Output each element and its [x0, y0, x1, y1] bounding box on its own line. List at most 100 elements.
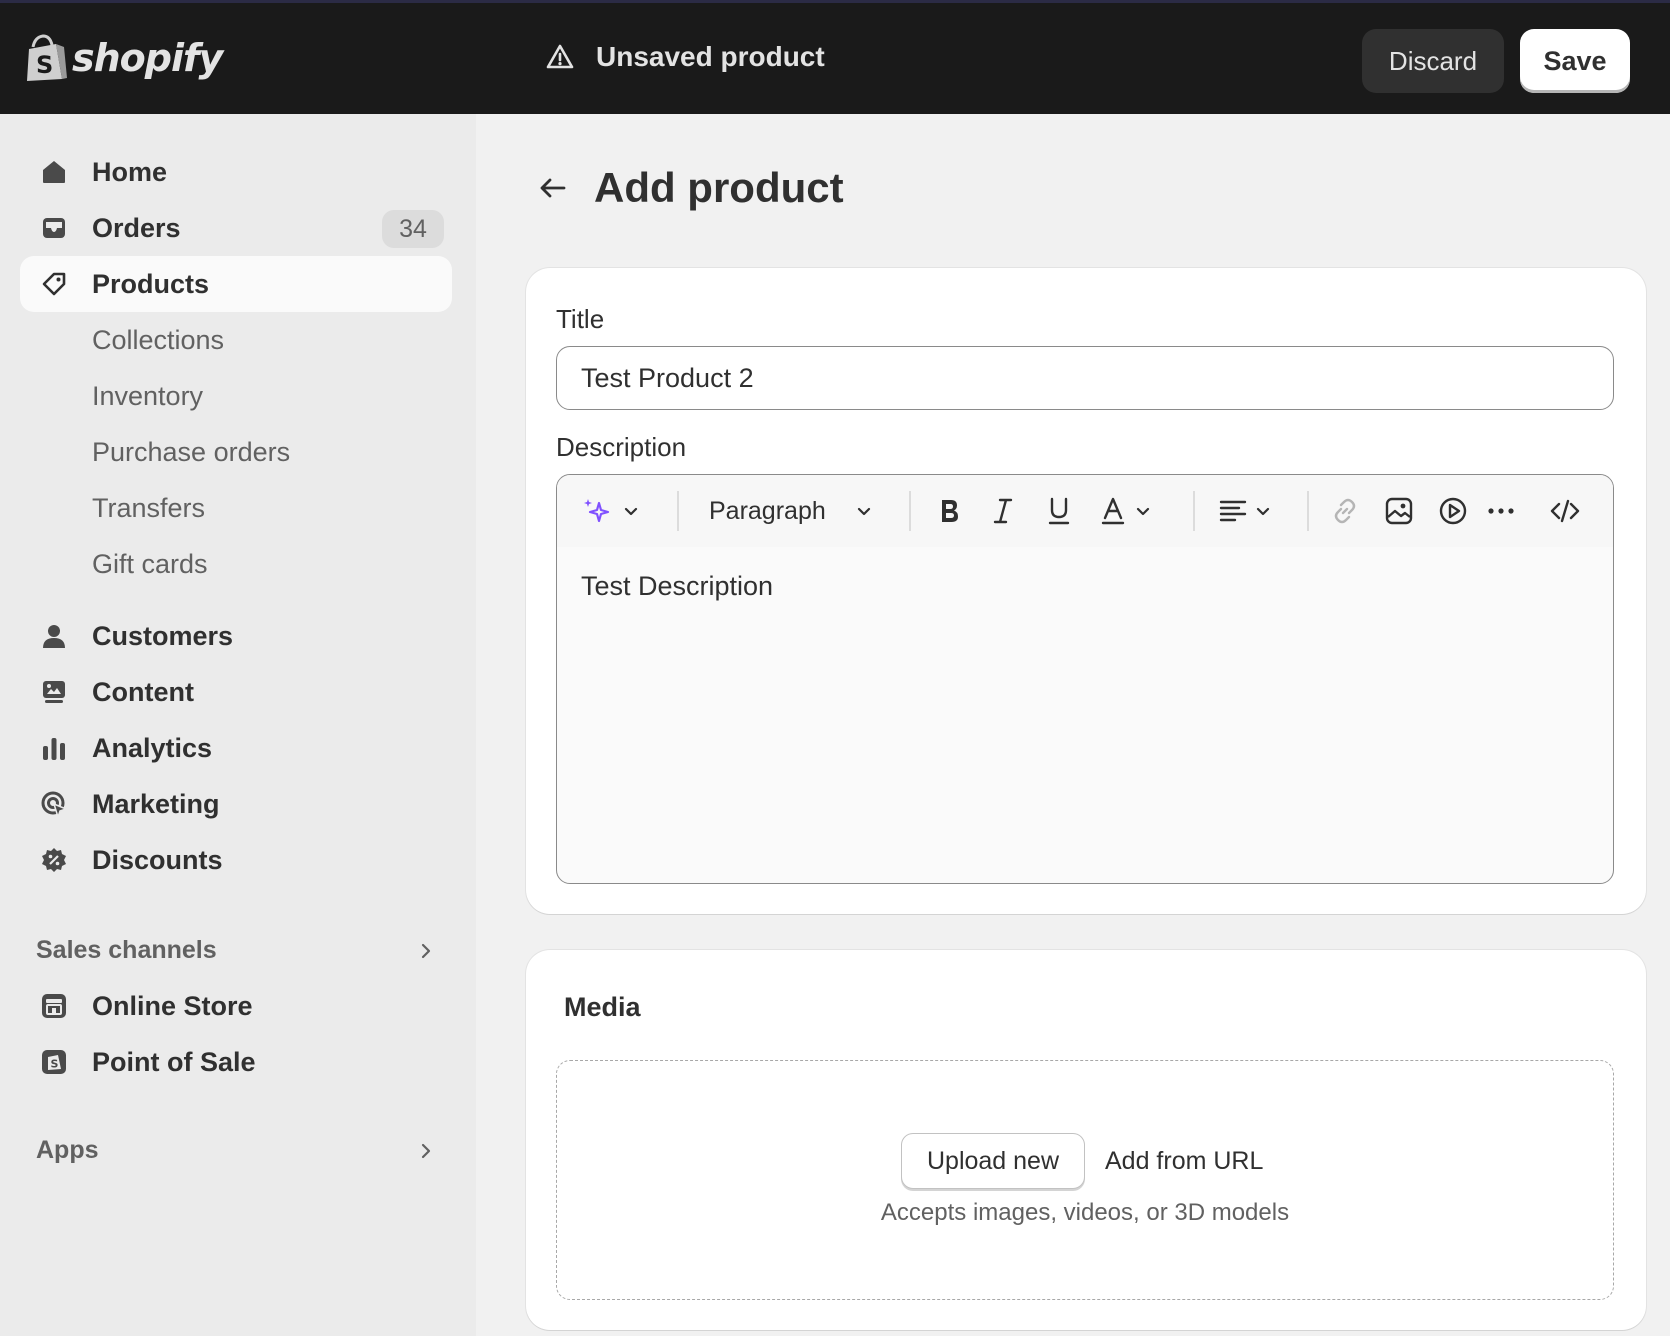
- sidebar-item-products[interactable]: Products: [20, 256, 452, 312]
- media-title: Media: [564, 992, 641, 1022]
- sidebar-item-discounts[interactable]: Discounts: [20, 832, 452, 888]
- description-text[interactable]: Test Description: [581, 571, 773, 602]
- more-button[interactable]: [1485, 491, 1517, 531]
- svg-text:S: S: [51, 1058, 59, 1071]
- content-icon: [43, 681, 65, 703]
- shopify-bag-icon: S: [27, 34, 67, 81]
- link-icon: [1334, 498, 1356, 524]
- discard-button[interactable]: Discard: [1362, 29, 1504, 93]
- sidebar-item-label: Online Store: [92, 990, 253, 1021]
- code-icon: [1550, 499, 1580, 523]
- svg-text:S: S: [36, 51, 53, 79]
- inbox-icon: [43, 218, 65, 238]
- warning-icon: [546, 44, 574, 69]
- sidebar-item-label: Home: [92, 156, 168, 187]
- chevron-down-icon: [624, 507, 638, 516]
- media-card: Media Upload new Add from URL Accepts im…: [526, 950, 1646, 1330]
- brand-name: shopify: [72, 36, 223, 80]
- chevron-right-icon: [421, 943, 431, 958]
- tag-icon: [42, 272, 66, 296]
- back-arrow-icon[interactable]: [536, 171, 570, 205]
- sidebar-item-label: Customers: [92, 620, 234, 651]
- product-details-card: Title Test Product 2 Description Paragra…: [526, 268, 1646, 914]
- editor-toolbar: Paragraph: [557, 475, 1613, 547]
- image-icon: [1385, 497, 1413, 525]
- toolbar-divider: [1193, 491, 1195, 531]
- target-icon: [41, 791, 68, 818]
- sidebar-item-marketing[interactable]: Marketing: [20, 776, 452, 832]
- magic-dropdown[interactable]: [581, 491, 641, 531]
- chevron-down-icon: [857, 507, 870, 516]
- sidebar-item-label: Gift cards: [92, 548, 208, 579]
- sidebar-item-orders[interactable]: Orders 34: [20, 200, 452, 256]
- unsaved-label: Unsaved product: [596, 41, 825, 72]
- sidebar-item-label: Marketing: [92, 788, 220, 819]
- bold-button[interactable]: [933, 491, 965, 531]
- align-dropdown[interactable]: [1217, 491, 1273, 531]
- video-icon: [1439, 497, 1467, 525]
- text-color-dropdown[interactable]: [1097, 491, 1153, 531]
- unsaved-status: Unsaved product: [546, 41, 825, 73]
- page-header: Add product: [536, 164, 844, 212]
- sales-channels-header[interactable]: Sales channels: [36, 936, 436, 965]
- sidebar-item-label: Inventory: [92, 380, 204, 411]
- orders-count-badge: 34: [382, 210, 444, 248]
- media-hint: Accepts images, videos, or 3D models: [880, 1199, 1290, 1226]
- sidebar-item-collections[interactable]: Collections: [20, 312, 452, 368]
- sidebar-item-label: Purchase orders: [92, 436, 291, 467]
- toolbar-divider: [1307, 491, 1309, 531]
- sidebar-item-inventory[interactable]: Inventory: [20, 368, 452, 424]
- bold-icon: [942, 500, 958, 522]
- sidebar-item-purchase-orders[interactable]: Purchase orders: [20, 424, 452, 480]
- underline-icon: [1048, 497, 1070, 525]
- sidebar-item-online-store[interactable]: Online Store: [20, 978, 452, 1034]
- upload-new-button[interactable]: Upload new: [901, 1133, 1085, 1189]
- more-icon: [1488, 508, 1514, 514]
- top-bar: S shopify Unsaved product Discard Save: [0, 0, 1670, 114]
- magic-icon: [584, 499, 610, 523]
- italic-icon: [993, 498, 1013, 524]
- italic-button[interactable]: [987, 491, 1019, 531]
- chevron-down-icon: [1256, 507, 1270, 516]
- code-view-button[interactable]: [1549, 491, 1581, 531]
- sidebar: Home Orders 34 Products Collections Inve…: [0, 114, 476, 1336]
- apps-header[interactable]: Apps: [36, 1136, 436, 1165]
- description-label: Description: [556, 432, 687, 462]
- sidebar-item-label: Discounts: [92, 844, 223, 875]
- underline-button[interactable]: [1043, 491, 1075, 531]
- add-from-url-button[interactable]: Add from URL: [1105, 1133, 1263, 1189]
- align-icon: [1219, 500, 1247, 522]
- paragraph-format-select[interactable]: Paragraph: [709, 491, 874, 531]
- page-title: Add product: [594, 164, 844, 211]
- store-icon: [42, 994, 66, 1018]
- sidebar-item-label: Products: [92, 268, 210, 299]
- title-input[interactable]: Test Product 2: [556, 346, 1614, 410]
- insert-video-button[interactable]: [1437, 491, 1469, 531]
- bar-chart-icon: [43, 738, 65, 760]
- sidebar-item-label: Content: [92, 676, 194, 707]
- person-icon: [43, 625, 65, 648]
- sidebar-item-home[interactable]: Home: [20, 144, 452, 200]
- text-color-icon: [1101, 497, 1125, 525]
- home-icon: [43, 161, 65, 183]
- sidebar-item-analytics[interactable]: Analytics: [20, 720, 452, 776]
- insert-image-button[interactable]: [1383, 491, 1415, 531]
- link-button[interactable]: [1329, 491, 1361, 531]
- sidebar-item-transfers[interactable]: Transfers: [20, 480, 452, 536]
- paragraph-label: Paragraph: [709, 496, 826, 525]
- sidebar-item-gift-cards[interactable]: Gift cards: [20, 536, 452, 592]
- sidebar-item-content[interactable]: Content: [20, 664, 452, 720]
- sidebar-item-customers[interactable]: Customers: [20, 608, 452, 664]
- media-dropzone[interactable]: Upload new Add from URL Accepts images, …: [556, 1060, 1614, 1300]
- sidebar-item-label: Point of Sale: [92, 1046, 256, 1077]
- sales-channels-label: Sales channels: [36, 936, 217, 964]
- chevron-right-icon: [421, 1143, 431, 1158]
- description-editor: Paragraph Test Description: [556, 474, 1614, 884]
- sidebar-item-label: Transfers: [92, 492, 206, 523]
- sidebar-item-label: Orders: [92, 212, 181, 243]
- sidebar-item-point-of-sale[interactable]: S Point of Sale: [20, 1034, 452, 1090]
- pos-icon: S: [42, 1050, 66, 1074]
- sidebar-item-label: Collections: [92, 324, 225, 355]
- save-button[interactable]: Save: [1520, 29, 1630, 93]
- shopify-logo[interactable]: S shopify: [26, 33, 223, 83]
